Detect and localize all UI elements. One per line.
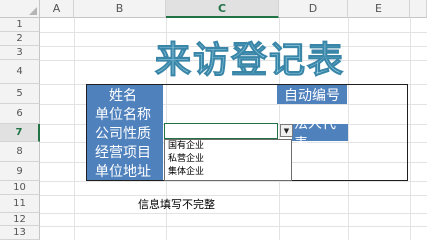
row-header-11[interactable]: 11 — [0, 195, 40, 213]
row-header-2[interactable]: 2 — [0, 32, 40, 46]
gridline — [40, 181, 427, 182]
column-header-a[interactable]: A — [40, 0, 74, 18]
row-header-12[interactable]: 12 — [0, 213, 40, 226]
company-type-dropdown-list: 国有企业 私营企业 集体企业 — [164, 139, 292, 181]
dropdown-option-state-owned[interactable]: 国有企业 — [165, 140, 291, 153]
spreadsheet: A B C D E 1 2 3 4 5 6 7 8 9 10 11 12 13 … — [0, 0, 427, 240]
gridline — [74, 18, 75, 240]
gridline — [410, 18, 411, 240]
row-header-6[interactable]: 6 — [0, 104, 40, 124]
label-auto-number: 自动编号 — [277, 85, 347, 104]
gridline — [40, 226, 427, 227]
label-company-name: 单位名称 — [87, 104, 163, 124]
form-title: 来访登记表 — [154, 39, 345, 82]
label-company-address: 单位地址 — [87, 162, 163, 180]
label-company-type: 公司性质 — [87, 124, 163, 142]
label-name: 姓名 — [87, 85, 163, 104]
column-header-b[interactable]: B — [74, 0, 166, 18]
label-business-scope: 经营项目 — [87, 142, 163, 162]
column-header-e[interactable]: E — [348, 0, 410, 18]
row-header-7[interactable]: 7 — [0, 124, 40, 142]
column-header-c[interactable]: C — [166, 0, 279, 18]
row-header-3[interactable]: 3 — [0, 46, 40, 60]
dropdown-option-collective[interactable]: 集体企业 — [165, 166, 291, 179]
row-header-10[interactable]: 10 — [0, 181, 40, 195]
row-header-8[interactable]: 8 — [0, 142, 40, 162]
row-header-1[interactable]: 1 — [0, 18, 40, 32]
row-header-4[interactable]: 4 — [0, 60, 40, 84]
gridline — [40, 32, 427, 33]
label-legal-representative: 法人代表 — [292, 116, 348, 152]
row-header-13[interactable]: 13 — [0, 226, 40, 240]
dropdown-arrow-icon[interactable]: ▼ — [280, 124, 293, 137]
gridline — [40, 213, 427, 214]
gridline — [40, 195, 427, 196]
row-header-9[interactable]: 9 — [0, 162, 40, 181]
validation-message: 信息填写不完整 — [138, 198, 215, 211]
column-header-f[interactable] — [410, 0, 427, 18]
row-header-5[interactable]: 5 — [0, 84, 40, 104]
column-header-d[interactable]: D — [279, 0, 348, 18]
dropdown-option-private[interactable]: 私营企业 — [165, 153, 291, 166]
select-all-corner[interactable] — [0, 0, 40, 18]
company-type-input-cell[interactable] — [164, 123, 278, 139]
